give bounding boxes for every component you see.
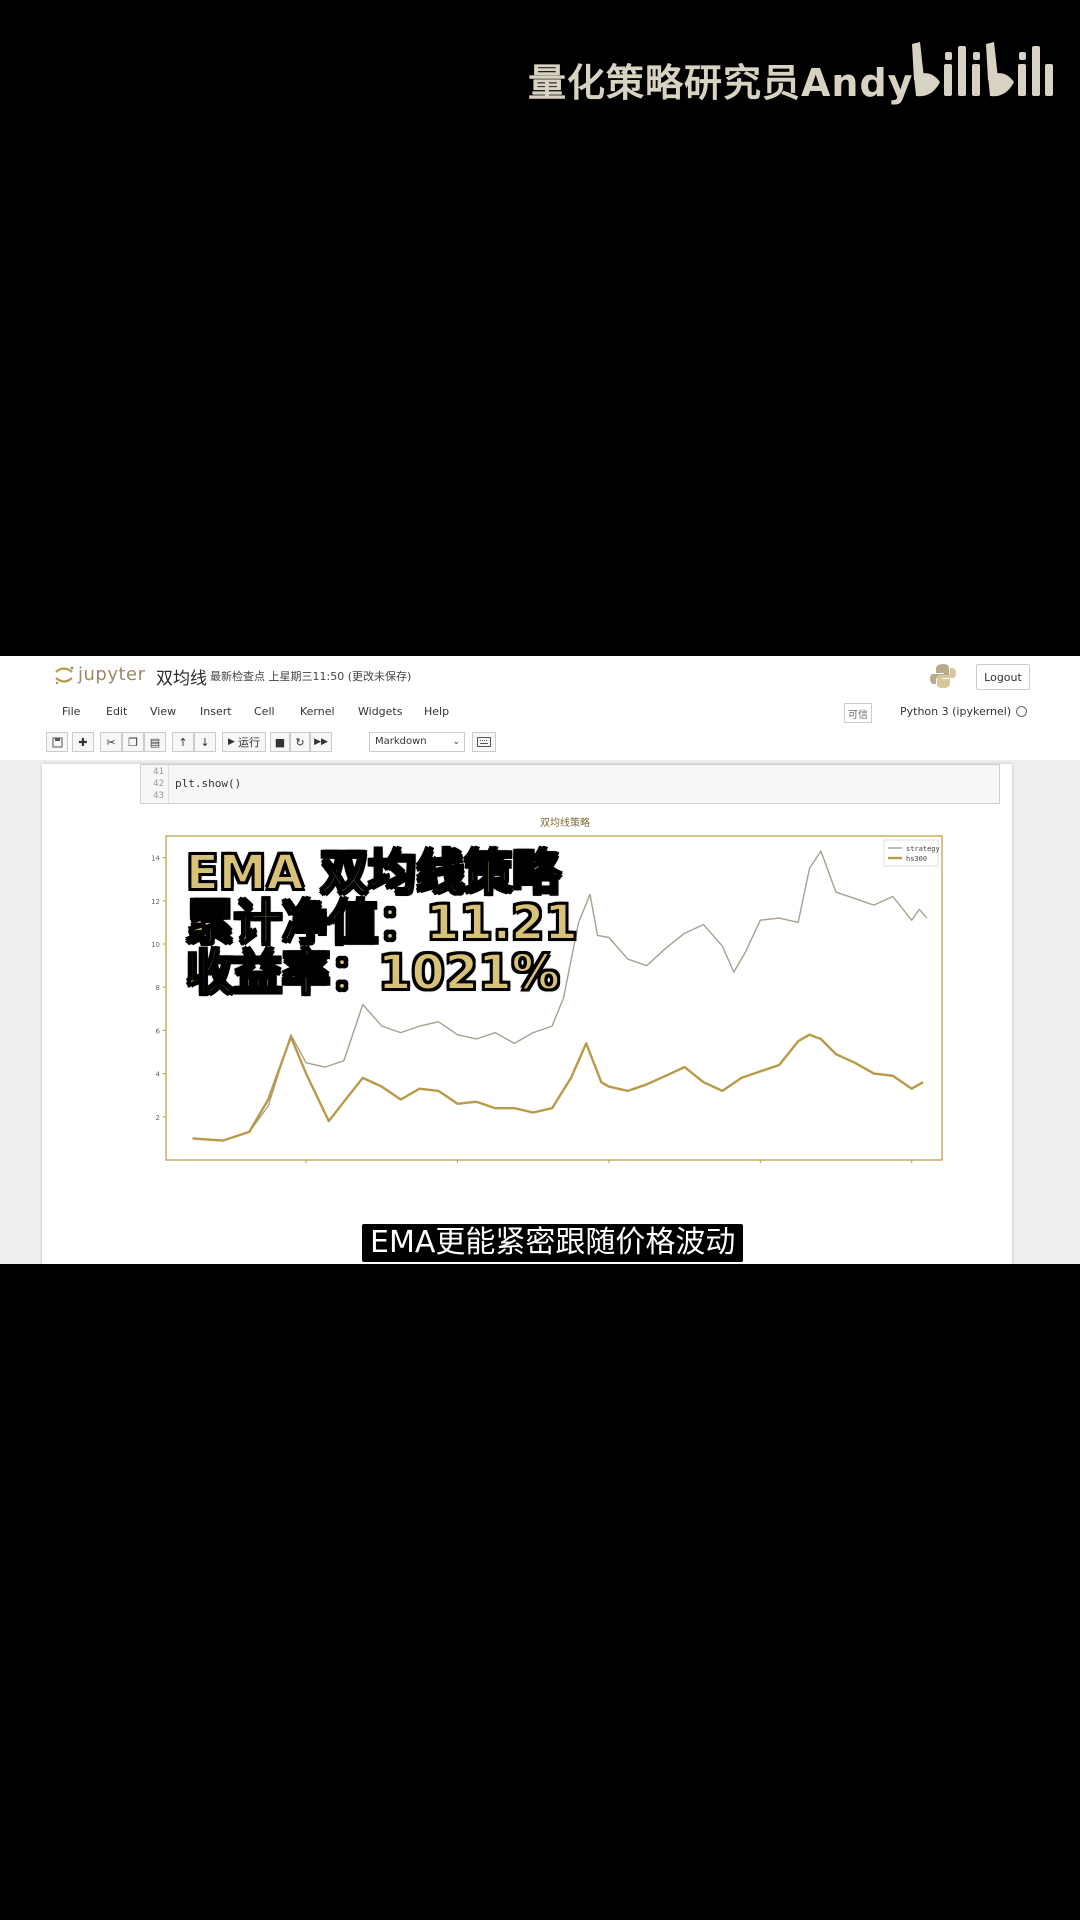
y-tick-label: 12 [151,898,160,906]
y-tick-label: 6 [156,1027,161,1035]
line-numbers: 41 42 43 [141,765,169,803]
code-cell[interactable]: 41 42 43 plt.show() [140,764,1000,804]
move-up-icon: ↑ [178,735,188,749]
run-icon: ▶ [228,737,235,747]
y-axis: 2 4 6 8 10 12 14 [151,855,166,1122]
run-label: 运行 [237,736,260,749]
chart-legend: strategy hs300 [883,839,940,867]
menu-insert[interactable]: Insert [200,698,232,726]
legend-label: hs300 [906,855,927,863]
menu-cell[interactable]: Cell [254,698,275,726]
run-button[interactable]: ▶ 运行 [222,732,266,752]
bilibili-logo-icon [912,42,1053,97]
cell-type-select[interactable]: Markdown ⌄ [369,732,465,752]
checkpoint-status: 最新检查点 上星期三11:50 (更改未保存) [210,670,412,683]
menu-view[interactable]: View [150,698,176,726]
copy-button[interactable]: ❐ [122,732,144,752]
menu-edit[interactable]: Edit [106,698,127,726]
legend-label: strategy [906,845,940,853]
keyboard-icon [477,737,491,747]
stop-icon: ■ [274,735,286,749]
cut-button[interactable]: ✂ [100,732,122,752]
fast-forward-icon: ▶▶ [314,737,328,747]
jupyter-header: jupyter 双均线 最新检查点 上星期三11:50 (更改未保存) Logo… [0,656,1080,694]
logout-button[interactable]: Logout [976,664,1030,690]
menu-kernel[interactable]: Kernel [300,698,335,726]
notebook-title[interactable]: 双均线 [156,664,207,689]
code-line: plt.show() [175,777,242,790]
series-line-hs300 [192,1033,924,1142]
python-logo-icon [930,664,956,688]
kernel-status-indicator [1016,706,1027,717]
menu-file[interactable]: File [62,698,80,726]
line-number: 43 [153,791,164,801]
move-down-icon: ↓ [200,735,210,749]
cell-type-value: Markdown [375,736,427,747]
menubar: File Edit View Insert Cell Kernel Widget… [46,698,1032,726]
trusted-badge[interactable]: 可信 [844,703,872,723]
paste-icon: ▤ [149,735,161,749]
chart-title: 双均线策略 [540,816,590,829]
move-down-button[interactable]: ↓ [194,732,216,752]
save-icon [52,737,62,747]
copy-icon: ❐ [128,735,138,749]
y-tick-label: 14 [151,855,160,863]
caption-line-3: 收益率：1021% [185,945,561,1001]
y-tick-label: 8 [156,984,160,992]
y-tick-label: 10 [151,941,160,949]
kernel-name[interactable]: Python 3 (ipykernel) [900,698,1011,726]
add-icon: ✚ [78,735,88,749]
menu-widgets[interactable]: Widgets [358,698,402,726]
chevron-down-icon: ⌄ [452,737,460,747]
jupyter-logo-text[interactable]: jupyter [78,664,146,685]
notebook-area: 41 42 43 plt.show() 双均线策略 2468101214 200… [0,760,1080,1264]
line-number: 42 [153,779,164,789]
notebook-page: 41 42 43 plt.show() 双均线策略 2468101214 200… [42,764,1012,1264]
command-palette-button[interactable] [472,732,496,752]
line-number: 41 [153,767,164,777]
y-tick-label: 2 [156,1114,160,1122]
restart-icon: ↻ [295,735,305,749]
watermark-text: 量化策略研究员Andy [528,61,914,105]
caption-line-2: 累计净值：11.21 [185,895,579,951]
run-all-button[interactable]: ▶▶ [310,732,332,752]
restart-button[interactable]: ↻ [290,732,310,752]
video-subtitle: EMA更能紧密跟随价格波动 [362,1224,744,1262]
move-up-button[interactable]: ↑ [172,732,194,752]
menu-help[interactable]: Help [424,698,449,726]
paste-button[interactable]: ▤ [144,732,166,752]
jupyter-logo-icon[interactable] [52,663,76,687]
toolbar: ✚ ✂ ❐ ▤ ↑ ↓ ▶ 运行 ■ ↻ ▶▶ Markdown ⌄ [46,730,1032,756]
y-tick-label: 4 [156,1071,161,1079]
save-button[interactable] [46,732,68,752]
watermark: 量化策略研究员Andy [528,38,1053,108]
add-cell-button[interactable]: ✚ [72,732,94,752]
caption-line-1: EMA 双均线策略 [185,845,561,901]
stop-button[interactable]: ■ [270,732,290,752]
overlay-caption: EMA 双均线策略 累计净值：11.21 收益率：1021% [185,845,579,1001]
cut-icon: ✂ [106,735,116,749]
